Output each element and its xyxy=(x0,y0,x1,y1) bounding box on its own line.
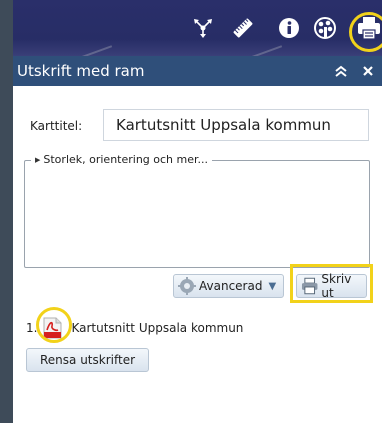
gear-icon xyxy=(178,277,196,295)
map-title-label: Karttitel: xyxy=(30,119,83,133)
options-legend-label: Storlek, orientering och mer... xyxy=(43,153,209,166)
left-strip xyxy=(0,0,13,423)
result-label[interactable]: Kartutsnitt Uppsala kommun xyxy=(71,321,243,335)
map-title-input[interactable]: Kartutsnitt Uppsala kommun xyxy=(103,109,369,141)
panel-title: Utskrift med ram xyxy=(17,62,145,80)
move-icon[interactable] xyxy=(189,14,217,42)
chevron-down-icon: ▼ xyxy=(268,280,277,292)
options-fieldset: ▶ Storlek, orientering och mer... xyxy=(24,153,370,268)
palette-icon[interactable] xyxy=(311,14,339,42)
panel-header: Utskrift med ram xyxy=(13,56,382,86)
clear-prints-button[interactable]: Rensa utskrifter xyxy=(26,348,149,372)
ruler-icon[interactable] xyxy=(229,14,257,42)
map-title-row: Karttitel: Kartutsnitt Uppsala kommun xyxy=(13,109,382,143)
clear-prints-label: Rensa utskrifter xyxy=(39,353,136,367)
map-road-line xyxy=(73,45,113,56)
print-button-highlight xyxy=(290,264,373,303)
print-panel: Utskrift med ram Karttitel: Kartutsnitt … xyxy=(13,56,382,423)
options-toggle[interactable]: ▶ Storlek, orientering och mer... xyxy=(31,153,213,166)
printer-icon-highlight xyxy=(349,12,382,52)
advanced-button-label: Avancerad xyxy=(199,279,263,293)
map-road-line xyxy=(243,45,283,56)
advanced-button[interactable]: Avancerad ▼ xyxy=(173,274,284,298)
triangle-right-icon: ▶ xyxy=(35,155,41,164)
map-toolbar xyxy=(13,0,382,56)
info-icon[interactable] xyxy=(275,14,303,42)
collapse-icon[interactable] xyxy=(332,62,350,80)
pdf-icon-highlight xyxy=(36,307,72,343)
close-icon[interactable] xyxy=(359,62,377,80)
